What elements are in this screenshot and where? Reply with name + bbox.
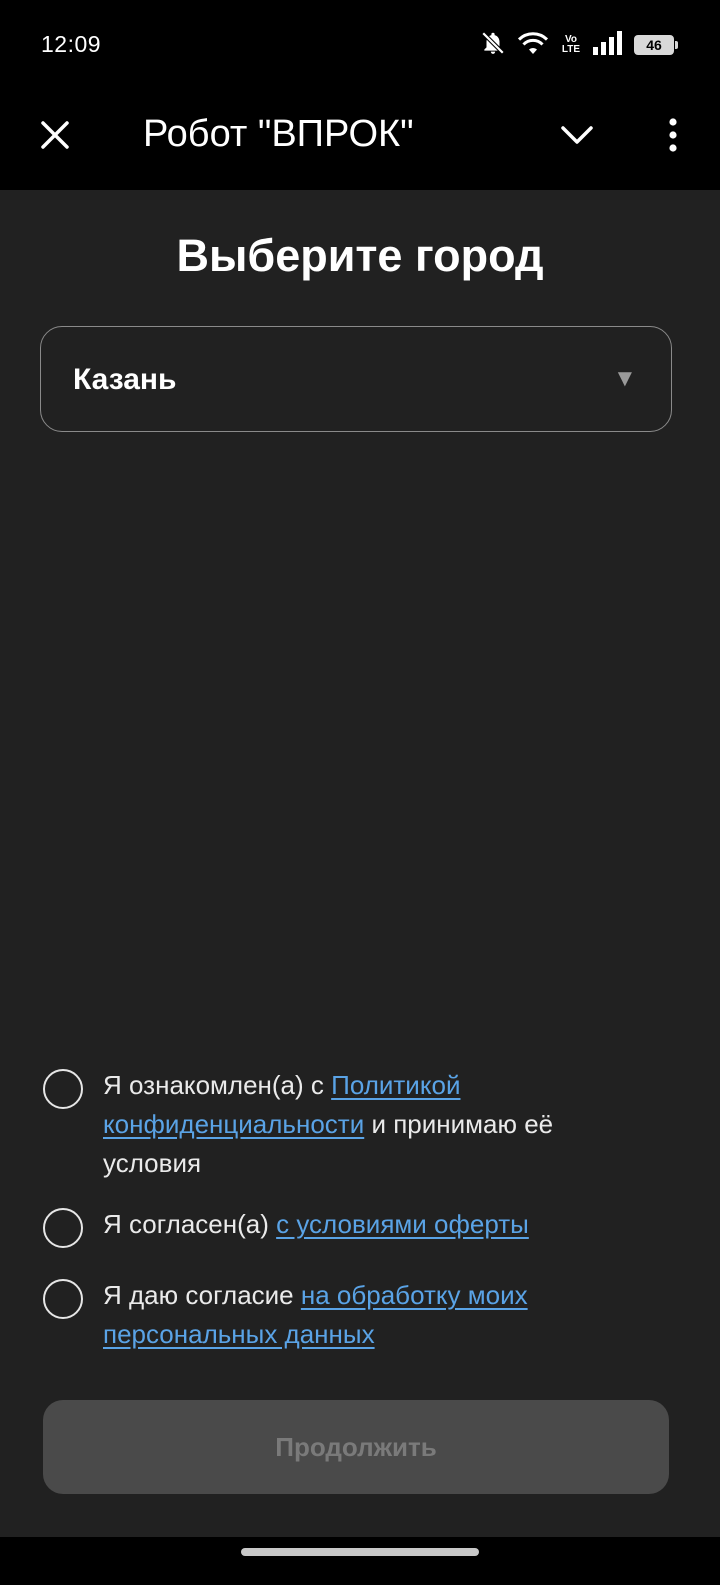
consent-privacy: Я ознакомлен(а) с Политикой конфиденциал… <box>43 1066 663 1186</box>
notifications-off-icon <box>480 30 506 61</box>
collapse-button[interactable] <box>552 110 602 160</box>
continue-button[interactable]: Продолжить <box>43 1400 669 1494</box>
navigation-bar <box>0 1537 720 1585</box>
offer-terms-link[interactable]: с условиями оферты <box>276 1209 529 1239</box>
volte-bottom-label: LTE <box>561 44 581 55</box>
volte-icon: Vo LTE <box>560 35 582 55</box>
battery-icon: 46 <box>634 35 678 55</box>
consent-personal-data-radio[interactable] <box>43 1279 83 1319</box>
consent-privacy-radio[interactable] <box>43 1069 83 1109</box>
page-title: Выберите город <box>176 230 544 281</box>
consent-offer-radio[interactable] <box>43 1208 83 1248</box>
signal-icon <box>593 30 623 60</box>
app-bar: Робот "ВПРОК" <box>0 90 720 190</box>
consent-privacy-text-before: Я ознакомлен(а) с <box>103 1070 332 1100</box>
city-select[interactable]: Казань ▼ <box>40 326 672 432</box>
dropdown-arrow-icon: ▼ <box>613 365 637 392</box>
status-icons: Vo LTE 46 <box>480 30 678 61</box>
app-title: Робот "ВПРОК" <box>143 113 414 155</box>
consent-offer-text-before: Я согласен(а) <box>103 1209 277 1239</box>
city-select-value: Казань <box>73 363 177 396</box>
more-vert-icon <box>669 118 677 152</box>
consent-personal-data: Я даю согласие на обработку моих персона… <box>43 1276 663 1356</box>
close-button[interactable] <box>30 110 80 160</box>
status-bar: 12:09 Vo LTE 46 <box>0 0 720 90</box>
home-indicator[interactable] <box>241 1548 479 1556</box>
consent-privacy-text: Я ознакомлен(а) с Политикой конфиденциал… <box>103 1066 643 1183</box>
close-icon <box>41 121 69 149</box>
consent-offer-text: Я согласен(а) с условиями оферты <box>103 1205 643 1244</box>
chevron-down-icon <box>561 126 593 144</box>
consent-personal-data-text: Я даю согласие на обработку моих персона… <box>103 1276 643 1354</box>
wifi-icon <box>517 30 549 61</box>
consent-offer: Я согласен(а) с условиями оферты <box>43 1205 663 1249</box>
status-time: 12:09 <box>41 31 102 57</box>
more-button[interactable] <box>648 110 698 160</box>
consent-personal-data-text-before: Я даю согласие <box>103 1280 301 1310</box>
